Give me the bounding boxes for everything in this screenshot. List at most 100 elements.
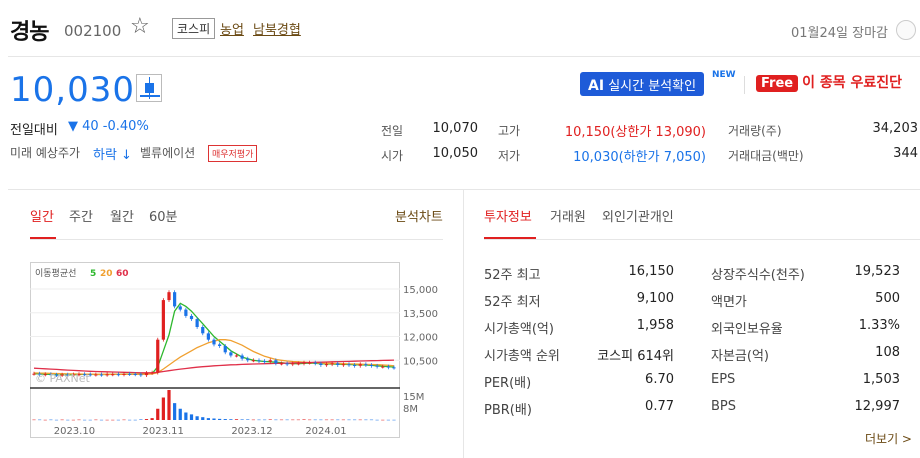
volume-bar [274,419,278,421]
tab-daily[interactable]: 일간 [30,206,54,225]
candle [122,373,126,375]
volume-bar [156,408,160,420]
market-status: 01월24일 장마감 [790,26,888,41]
volume-bar [71,419,75,421]
volume-bar [341,419,345,421]
free-diagnosis-button[interactable]: Free 이 종목 우료진단 [756,72,902,92]
candle [223,346,227,353]
candle [330,363,334,365]
column-separator [463,190,464,458]
candle [246,358,250,361]
candle [206,333,210,340]
volume-bar [167,390,171,420]
volume-bar [381,419,385,421]
volume-bar [128,419,132,421]
volume-bar [251,419,255,421]
volume-bar [133,419,137,421]
tab-weekly[interactable]: 주간 [69,206,93,225]
tab-monthly[interactable]: 월간 [110,206,134,225]
investment-value: 16,150 [628,264,675,279]
volume-bar [122,419,126,421]
volume-bar [83,419,87,421]
y-tick-label: 13,500 [403,309,438,320]
x-tick-label: 2024.01 [305,426,346,437]
candle [308,362,312,364]
category-link-interkorean[interactable]: 남북경협 [253,19,301,38]
investment-label: 외국인보유율 [711,322,783,337]
candle [161,300,165,340]
investment-value: 12,997 [854,399,901,414]
price-chart[interactable]: 이동평균선 5 20 60 © PAXNet 15,000 13,500 12,000 10,5… [30,262,438,438]
info-tab-divider [484,239,920,240]
volume-bar [336,419,340,421]
section-divider [8,189,920,190]
change-label: 전일대비 [10,123,58,138]
volume-bar [178,408,182,420]
valuation-badge[interactable]: 매우저평가 [208,145,258,162]
y-tick-label: 12,000 [403,333,438,344]
ai-prefix: AI [588,78,605,94]
candle [336,363,340,365]
candle [234,355,239,357]
ai-analysis-button[interactable]: AI 실시간 분석확인 [580,72,705,96]
volume-bar [291,419,295,421]
candle [94,374,98,376]
candle [184,309,188,316]
tab-foreign-institution[interactable]: 외인기관개인 [602,206,674,225]
candle [139,374,143,376]
free-pill: Free [756,75,799,92]
investment-value: 코스피 614위 [597,349,674,364]
menu-circle-icon[interactable] [896,20,916,40]
candle [229,352,233,356]
volume-bar [268,419,272,420]
amount-label: 거래대금(백만) [728,149,804,163]
analysis-chart-link[interactable]: 분석차트 [395,206,443,225]
investment-label: BPS [711,399,737,414]
candle [296,363,300,365]
volume-bar [347,419,351,421]
stock-code: 002100 [64,22,122,40]
tab-60min[interactable]: 60분 [149,206,178,225]
watermark: © PAXNet [35,372,90,385]
investment-value: 0.77 [645,399,674,414]
category-link-agriculture[interactable]: 농업 [220,19,244,38]
prediction-label: 미래 예상주가 [10,146,81,160]
low-value: 10,030(하한가 7,050) [573,150,706,165]
candle [178,306,182,310]
favorite-star-icon[interactable]: ☆ [130,14,150,39]
candle [128,373,132,375]
change-value: ▼ 40 -0.40% [68,119,149,134]
header-divider [8,56,920,57]
volume-bar [201,417,205,420]
tab-brokers[interactable]: 거래원 [550,206,586,225]
candle [263,361,267,363]
candle [133,374,137,376]
candle [319,363,323,365]
valuation-label: 벨류에이션 [140,146,196,160]
volume-bar [212,418,216,420]
candle [375,365,379,367]
candle [324,364,329,366]
candle [116,374,120,376]
volume-bar [60,419,64,421]
volume-bar [116,419,120,421]
volume-bar [218,418,222,420]
investment-label: EPS [711,372,736,387]
volume-bar [296,419,300,421]
y-tick-label: 15,000 [403,285,438,296]
volume-bar [173,403,177,420]
more-link[interactable]: 더보기 > [865,430,912,447]
volume-bar [257,419,261,421]
volume-bar [144,419,149,420]
candle [189,315,194,320]
prediction-value[interactable]: 하락 ↓ [93,144,132,163]
investment-value: 1,958 [636,318,674,333]
volume-bar [195,416,199,420]
open-label: 시가 [381,149,404,163]
volume-bar [49,419,53,421]
candle [285,363,289,365]
tab-investment-info[interactable]: 투자정보 [484,206,532,225]
volume-bar [353,419,357,421]
ma-legend-5: 5 [90,269,96,279]
investment-value: 500 [875,291,900,306]
